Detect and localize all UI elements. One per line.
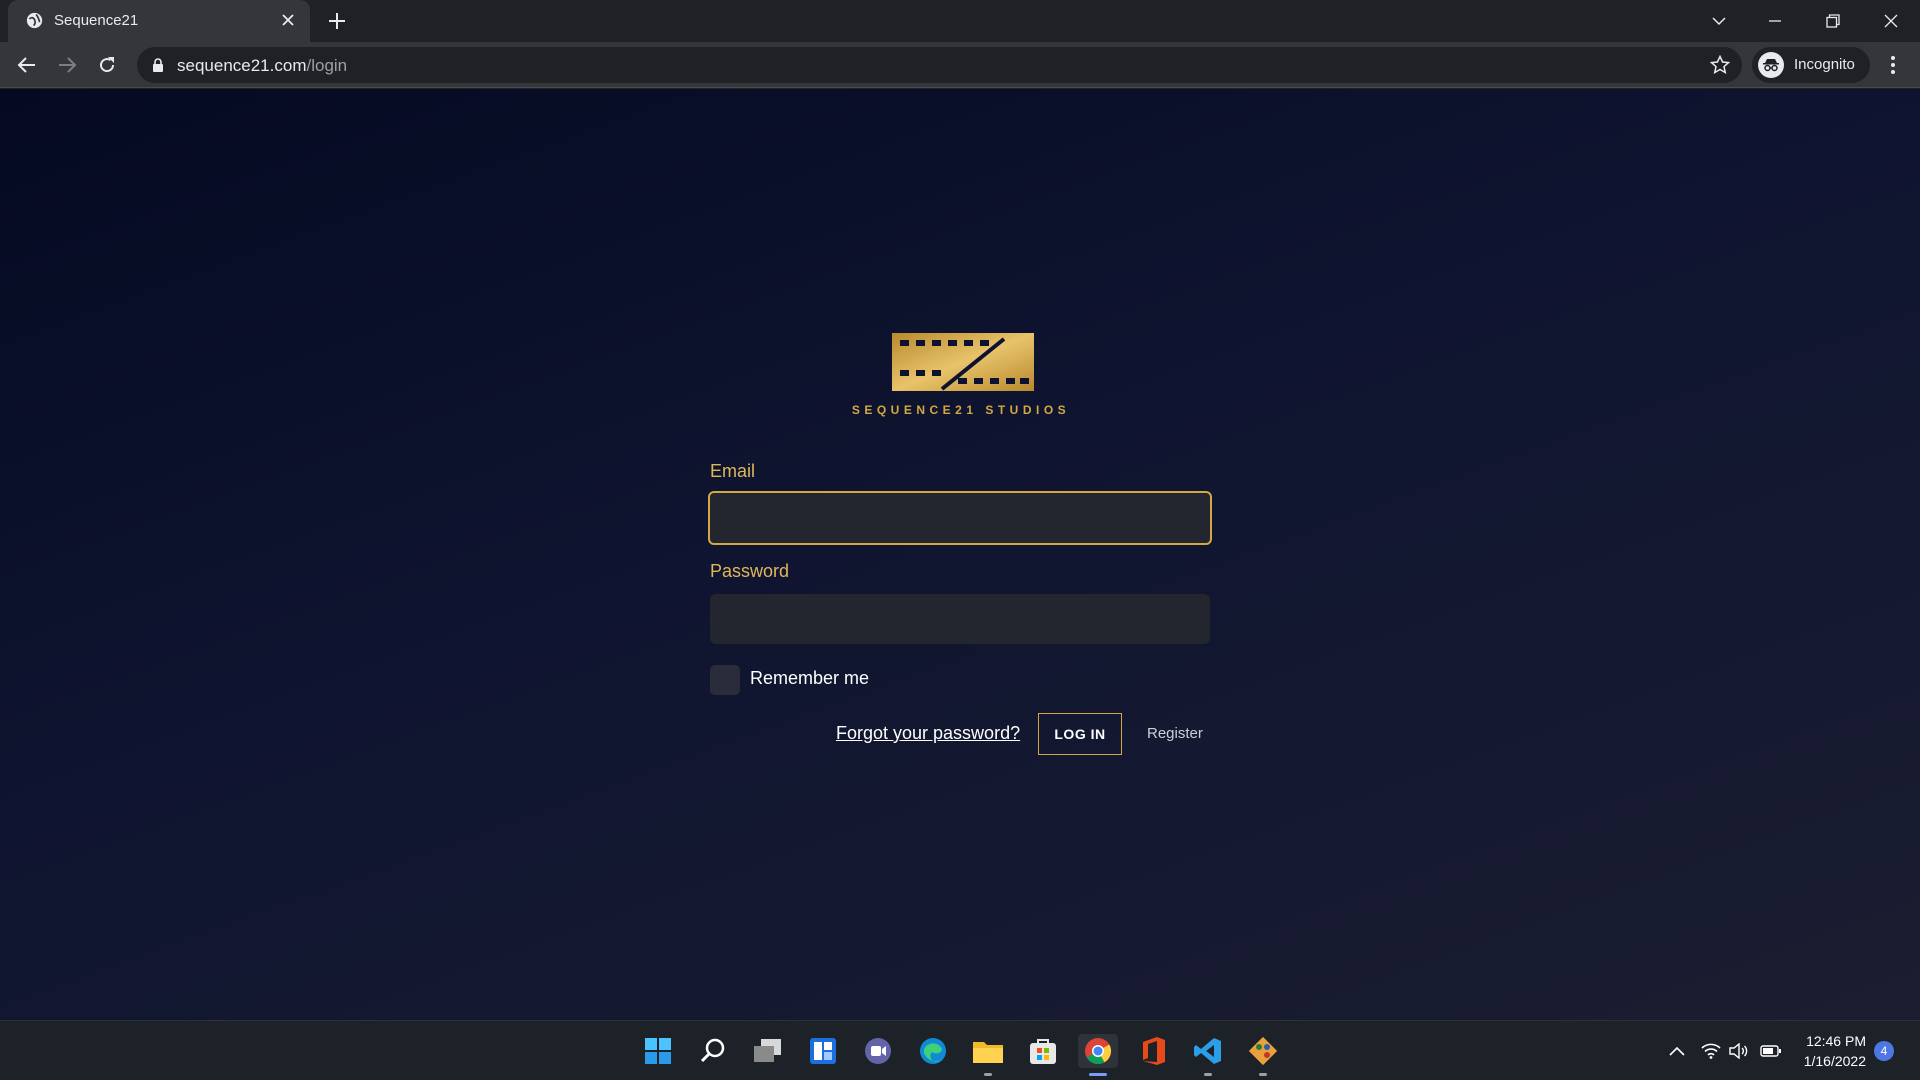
back-icon[interactable] bbox=[14, 52, 40, 78]
task-view-icon[interactable] bbox=[751, 1034, 785, 1068]
password-label: Password bbox=[710, 561, 790, 581]
star-icon[interactable] bbox=[1710, 55, 1730, 75]
widgets-icon[interactable] bbox=[806, 1034, 840, 1068]
notification-badge[interactable]: 4 bbox=[1874, 1041, 1894, 1061]
forward-icon[interactable] bbox=[54, 52, 80, 78]
running-indicator bbox=[1259, 1073, 1267, 1076]
search-icon[interactable] bbox=[696, 1034, 730, 1068]
incognito-label: Incognito bbox=[1794, 56, 1855, 73]
vscode-icon[interactable] bbox=[1191, 1034, 1225, 1076]
url-host: sequence21.com bbox=[177, 56, 307, 75]
tab-title: Sequence21 bbox=[54, 12, 139, 29]
close-icon[interactable] bbox=[278, 10, 298, 30]
office-icon[interactable] bbox=[1136, 1034, 1170, 1068]
taskbar: 12:46 PM 1/16/2022 4 bbox=[0, 1020, 1920, 1080]
running-indicator bbox=[984, 1073, 992, 1076]
address-bar[interactable]: sequence21.com/login bbox=[137, 47, 1742, 83]
register-link[interactable]: Register bbox=[1147, 725, 1203, 742]
tab-search-icon[interactable] bbox=[1706, 8, 1732, 34]
url-path: /login bbox=[306, 56, 348, 75]
system-clock[interactable]: 12:46 PM 1/16/2022 bbox=[1796, 1031, 1866, 1071]
brand-logo: SEQUENCE21 STUDIOS bbox=[848, 333, 1074, 423]
battery-icon[interactable] bbox=[1760, 1040, 1782, 1062]
file-explorer-icon[interactable] bbox=[971, 1034, 1005, 1076]
git-icon[interactable] bbox=[1246, 1034, 1280, 1076]
tab-strip: Sequence21 bbox=[0, 0, 1920, 42]
login-button[interactable]: LOG IN bbox=[1038, 713, 1122, 755]
brand-name: SEQUENCE21 STUDIOS bbox=[851, 403, 1071, 417]
globe-icon bbox=[26, 12, 43, 29]
window-close-icon[interactable] bbox=[1878, 8, 1904, 34]
wifi-icon[interactable] bbox=[1700, 1040, 1722, 1062]
running-indicator bbox=[1204, 1073, 1212, 1076]
edge-icon[interactable] bbox=[916, 1034, 950, 1068]
plus-icon[interactable] bbox=[326, 10, 348, 32]
email-field[interactable] bbox=[708, 491, 1212, 545]
windows-start-icon[interactable] bbox=[641, 1034, 675, 1068]
tab-active[interactable]: Sequence21 bbox=[8, 0, 310, 42]
incognito-badge[interactable]: Incognito bbox=[1752, 47, 1870, 83]
email-label: Email bbox=[710, 461, 756, 481]
chevron-up-icon[interactable] bbox=[1666, 1040, 1688, 1062]
incognito-icon bbox=[1758, 52, 1784, 78]
browser-toolbar: sequence21.com/login Incognito bbox=[0, 42, 1920, 88]
film-strip-logo-icon bbox=[892, 333, 1034, 391]
forgot-password-link[interactable]: Forgot your password? bbox=[836, 723, 1020, 744]
lock-icon bbox=[153, 58, 163, 72]
remember-me-label[interactable]: Remember me bbox=[750, 668, 869, 689]
clock-date: 1/16/2022 bbox=[1803, 1053, 1866, 1069]
minimize-icon[interactable] bbox=[1762, 8, 1788, 34]
active-indicator bbox=[1089, 1073, 1107, 1076]
more-icon[interactable] bbox=[1880, 52, 1906, 78]
reload-icon[interactable] bbox=[94, 52, 120, 78]
chrome-icon[interactable] bbox=[1078, 1034, 1118, 1076]
chat-icon[interactable] bbox=[861, 1034, 895, 1068]
clock-time: 12:46 PM bbox=[1806, 1033, 1866, 1049]
url-text: sequence21.com/login bbox=[177, 56, 347, 76]
remember-me-checkbox[interactable] bbox=[710, 665, 740, 695]
volume-icon[interactable] bbox=[1728, 1040, 1750, 1062]
login-page: SEQUENCE21 STUDIOS Email Password Rememb… bbox=[0, 89, 1920, 1020]
password-field[interactable] bbox=[710, 594, 1210, 644]
restore-icon[interactable] bbox=[1820, 8, 1846, 34]
store-icon[interactable] bbox=[1026, 1034, 1060, 1068]
